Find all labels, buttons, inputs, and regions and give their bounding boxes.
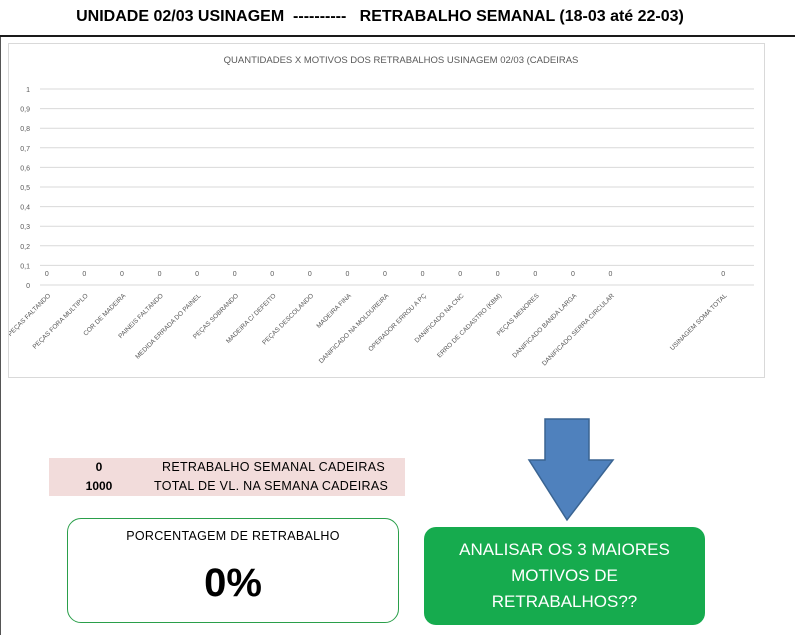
data-labels: 0 0 0 0 0 0 0 0 0 0 0 0 0 0 0 0 0: [45, 271, 725, 278]
grid-lines: [40, 88, 754, 286]
data-label: 0: [345, 271, 349, 278]
data-label: 0: [496, 271, 500, 278]
x-tick-label: DANIFICADO NA MOLDUREIRA: [318, 292, 391, 365]
arrow-down-shape: [527, 418, 615, 522]
percentage-box: PORCENTAGEM DE RETRABALHO 0%: [67, 518, 399, 623]
data-label: 0: [158, 271, 162, 278]
x-tick-label: DANIFICADO BANDA LARGA: [511, 292, 578, 359]
data-label: 0: [233, 271, 237, 278]
left-border: [0, 37, 1, 635]
y-tick-label: 0,5: [20, 185, 30, 192]
y-tick-label: 0: [26, 283, 30, 290]
analyze-reasons-text: ANALISAR OS 3 MAIORES MOTIVOS DE RETRABA…: [459, 540, 670, 611]
data-label: 0: [308, 271, 312, 278]
data-label: 0: [458, 271, 462, 278]
arrow-down-icon: [527, 418, 615, 522]
bar-chart: QUANTIDADES X MOTIVOS DOS RETRABALHOS US…: [9, 55, 754, 367]
header-divider: [0, 35, 795, 37]
y-tick-label: 0,7: [20, 146, 30, 153]
data-label: 0: [45, 271, 49, 278]
sheet-title: UNIDADE 02/03 USINAGEM ---------- RETRAB…: [76, 8, 684, 25]
analyze-reasons-button[interactable]: ANALISAR OS 3 MAIORES MOTIVOS DE RETRABA…: [424, 527, 705, 625]
chart-area[interactable]: QUANTIDADES X MOTIVOS DOS RETRABALHOS US…: [8, 43, 765, 378]
y-tick-label: 0,1: [20, 263, 30, 270]
data-label: 0: [533, 271, 537, 278]
y-tick-label: 0,9: [20, 107, 30, 114]
data-label: 0: [609, 271, 613, 278]
percentage-label: PORCENTAGEM DE RETRABALHO: [126, 529, 340, 543]
chart-title: QUANTIDADES X MOTIVOS DOS RETRABALHOS US…: [224, 55, 579, 66]
data-label: 0: [82, 271, 86, 278]
rework-value: 0: [95, 460, 103, 474]
y-tick-label: 0,3: [20, 224, 30, 231]
data-label: 0: [571, 271, 575, 278]
total-label: TOTAL DE VL. NA SEMANA CADEIRAS: [154, 479, 389, 493]
x-tick-label: MEDIDA ERRADA DO PAINEL: [134, 292, 202, 360]
x-axis-ticks: PEÇAS FALTANDOPEÇAS FORA MULTIPLOCOR DE …: [9, 292, 729, 367]
x-tick-label: ERRO DE CADASTRO (KBM): [436, 292, 503, 359]
data-label: 0: [421, 271, 425, 278]
y-axis-ticks: 1 0,9 0,8 0,7 0,6 0,5 0,4 0,3 0,2 0,1 0: [20, 87, 30, 290]
y-tick-label: 0,6: [20, 165, 30, 172]
rework-label: RETRABALHO SEMANAL CADEIRAS: [162, 460, 385, 474]
x-tick-label: USINAGEM SOMA TOTAL: [669, 292, 729, 352]
percentage-value: 0%: [204, 561, 262, 605]
x-tick-label: MADEIRA FINA: [315, 292, 353, 330]
total-value: 1000: [85, 479, 113, 493]
data-label: 0: [120, 271, 124, 278]
y-tick-label: 0,2: [20, 244, 30, 251]
x-tick-label: DANIFICADO SERRA CIRCULAR: [541, 292, 616, 367]
data-label: 0: [270, 271, 274, 278]
y-tick-label: 1: [26, 87, 30, 94]
data-label: 0: [383, 271, 387, 278]
data-label: 0: [721, 271, 725, 278]
y-tick-label: 0,8: [20, 126, 30, 133]
data-label: 0: [195, 271, 199, 278]
y-tick-label: 0,4: [20, 205, 30, 212]
